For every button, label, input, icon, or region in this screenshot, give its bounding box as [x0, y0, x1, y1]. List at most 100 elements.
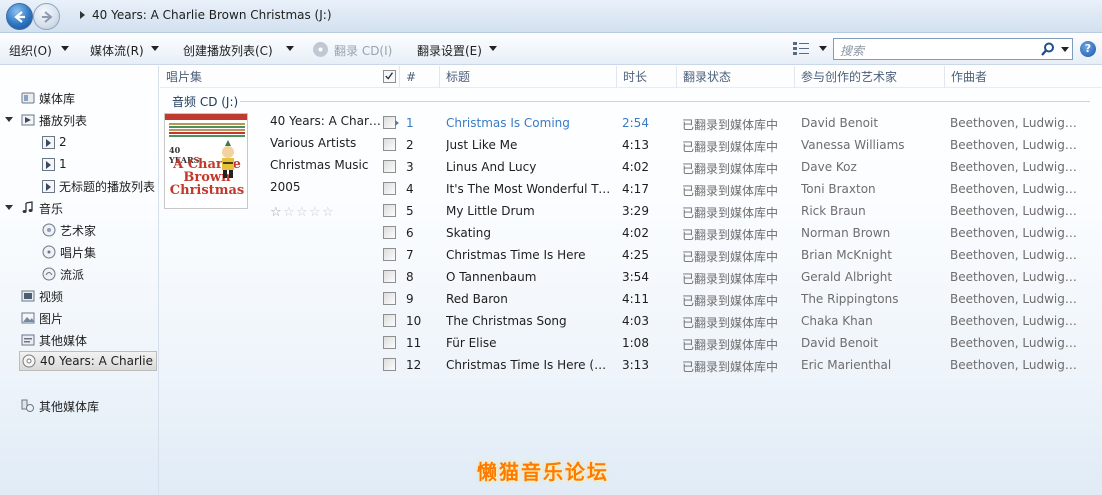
table-row[interactable]: 6 Skating 4:02 已翻录到媒体库中 Norman Brown Beethove…: [160, 222, 1102, 244]
track-checkbox[interactable]: [383, 226, 396, 239]
track-title: Für Elise: [446, 336, 497, 350]
organize-menu[interactable]: 组织(O): [9, 42, 52, 59]
composer: Beethoven, Ludwig V...: [950, 314, 1080, 328]
create-playlist-dropdown-icon[interactable]: [286, 46, 294, 51]
rip-cd-icon: [313, 42, 328, 57]
contributing-artist: Rick Braun: [801, 204, 866, 218]
music-expand-icon[interactable]: [5, 205, 13, 210]
table-row[interactable]: 10 The Christmas Song 4:03 已翻录到媒体库中 Chaka Kh…: [160, 310, 1102, 332]
sidebar-item-music[interactable]: 音乐: [21, 198, 63, 218]
track-length: 4:13: [622, 138, 649, 152]
composer: Beethoven, Ludwig V...: [950, 116, 1080, 130]
composer: Beethoven, Ludwig V...: [950, 204, 1080, 218]
track-number: 6: [406, 226, 414, 240]
sidebar-item-untitled-playlist[interactable]: 无标题的播放列表: [42, 176, 155, 196]
composer: Beethoven, Ludwig V...: [950, 358, 1080, 372]
track-checkbox[interactable]: [383, 138, 396, 151]
track-number: 3: [406, 160, 414, 174]
track-checkbox[interactable]: [383, 204, 396, 217]
view-options-icon[interactable]: [793, 41, 809, 55]
table-row[interactable]: 2 Just Like Me 4:13 已翻录到媒体库中 Vanessa William…: [160, 134, 1102, 156]
search-icon[interactable]: [1041, 42, 1055, 56]
view-options-dropdown-icon[interactable]: [819, 46, 827, 51]
column-header-rip-status[interactable]: 翻录状态: [677, 66, 795, 88]
table-row[interactable]: 11 Für Elise 1:08 已翻录到媒体库中 David Benoit Beeth…: [160, 332, 1102, 354]
rip-cd-button[interactable]: 翻录 CD(I): [334, 42, 392, 59]
rip-status: 已翻录到媒体库中: [682, 294, 779, 308]
select-all-checkbox[interactable]: [383, 70, 396, 83]
column-header-number[interactable]: #: [400, 66, 440, 88]
other-media-icon: [21, 334, 35, 346]
rip-status: 已翻录到媒体库中: [682, 272, 779, 286]
track-number: 4: [406, 182, 414, 196]
sidebar-item-playlist-2[interactable]: 2: [42, 132, 67, 152]
track-title: Skating: [446, 226, 491, 240]
column-header-title[interactable]: 标题: [440, 66, 617, 88]
sidebar-item-videos[interactable]: 视频: [21, 286, 63, 306]
sidebar-item-playlists[interactable]: 播放列表: [21, 110, 87, 130]
search-dropdown-icon[interactable]: [1061, 47, 1069, 52]
playlists-expand-icon[interactable]: [5, 117, 13, 122]
back-button[interactable]: [6, 3, 33, 30]
stream-menu[interactable]: 媒体流(R): [90, 42, 144, 59]
help-icon[interactable]: ?: [1080, 41, 1096, 57]
sidebar-item-other-libraries[interactable]: 其他媒体库: [21, 396, 99, 416]
sidebar-item-disc[interactable]: 40 Years: A Charlie Brown Christmas (J:): [19, 351, 157, 371]
sidebar-item-artists[interactable]: 艺术家: [42, 220, 96, 240]
track-checkbox[interactable]: [383, 292, 396, 305]
track-checkbox[interactable]: [383, 248, 396, 261]
track-checkbox[interactable]: [383, 270, 396, 283]
track-checkbox[interactable]: [383, 182, 396, 195]
track-length: 3:29: [622, 204, 649, 218]
contributing-artist: Chaka Khan: [801, 314, 873, 328]
sidebar-item-library[interactable]: 媒体库: [21, 88, 75, 108]
breadcrumb-chevron-icon[interactable]: [80, 11, 85, 19]
table-row[interactable]: 12 Christmas Time Is Here (Reprise) 3:13 已翻…: [160, 354, 1102, 376]
table-row[interactable]: 8 O Tannenbaum 3:54 已翻录到媒体库中 Gerald Albright…: [160, 266, 1102, 288]
track-checkbox[interactable]: [383, 314, 396, 327]
track-checkbox[interactable]: [383, 336, 396, 349]
contributing-artist: David Benoit: [801, 116, 879, 130]
content-pane: 唱片集 # 标题 时长 翻录状态 参与创作的艺术家 作曲者 音频 CD (J:)…: [160, 66, 1102, 495]
table-row[interactable]: 3 Linus And Lucy 4:02 已翻录到媒体库中 Dave Koz Beeth…: [160, 156, 1102, 178]
table-row[interactable]: 7 Christmas Time Is Here 4:25 已翻录到媒体库中 Brian…: [160, 244, 1102, 266]
track-title: My Little Drum: [446, 204, 535, 218]
column-header-length[interactable]: 时长: [617, 66, 677, 88]
track-number: 9: [406, 292, 414, 306]
table-row[interactable]: 4 It's The Most Wonderful Time Of The Yea…: [160, 178, 1102, 200]
table-row[interactable]: 5 My Little Drum 3:29 已翻录到媒体库中 Rick Braun Bee…: [160, 200, 1102, 222]
composer: Beethoven, Ludwig V...: [950, 270, 1080, 284]
back-arrow-icon: [13, 10, 25, 23]
column-header-composer[interactable]: 作曲者: [945, 66, 1102, 88]
create-playlist-button[interactable]: 创建播放列表(C): [183, 42, 273, 59]
track-title: Christmas Time Is Here: [446, 248, 586, 262]
track-length: 4:02: [622, 160, 649, 174]
table-row[interactable]: 1 Christmas Is Coming 2:54 已翻录到媒体库中 David Be…: [160, 112, 1102, 134]
contributing-artist: Brian McKnight: [801, 248, 892, 262]
sidebar-item-genres[interactable]: 流派: [42, 264, 84, 284]
track-checkbox[interactable]: [383, 358, 396, 371]
sidebar-item-albums[interactable]: 唱片集: [42, 242, 96, 262]
library-icon: [21, 92, 35, 104]
track-number: 12: [406, 358, 422, 372]
group-header: 音频 CD (J:): [172, 95, 239, 109]
forward-button[interactable]: [33, 3, 60, 30]
search-input[interactable]: 搜索: [833, 38, 1073, 60]
rip-status: 已翻录到媒体库中: [682, 316, 779, 330]
sidebar-item-pictures[interactable]: 图片: [21, 308, 63, 328]
track-title: Just Like Me: [446, 138, 518, 152]
rip-settings-menu[interactable]: 翻录设置(E): [417, 42, 482, 59]
other-libraries-icon: [21, 399, 34, 412]
breadcrumb[interactable]: 40 Years: A Charlie Brown Christmas (J:): [92, 8, 332, 22]
sidebar-item-other-media[interactable]: 其他媒体: [21, 330, 87, 350]
sidebar-item-playlist-1[interactable]: 1: [42, 154, 67, 174]
track-checkbox[interactable]: [383, 160, 396, 173]
track-number: 8: [406, 270, 414, 284]
rip-settings-dropdown-icon[interactable]: [489, 46, 497, 51]
column-header-contributing-artist[interactable]: 参与创作的艺术家: [795, 66, 945, 88]
organize-dropdown-icon[interactable]: [61, 46, 69, 51]
table-row[interactable]: 9 Red Baron 4:11 已翻录到媒体库中 The Rippingtons Bee…: [160, 288, 1102, 310]
column-header-album[interactable]: 唱片集: [160, 66, 400, 88]
stream-dropdown-icon[interactable]: [151, 46, 159, 51]
composer: Beethoven, Ludwig V...: [950, 138, 1080, 152]
